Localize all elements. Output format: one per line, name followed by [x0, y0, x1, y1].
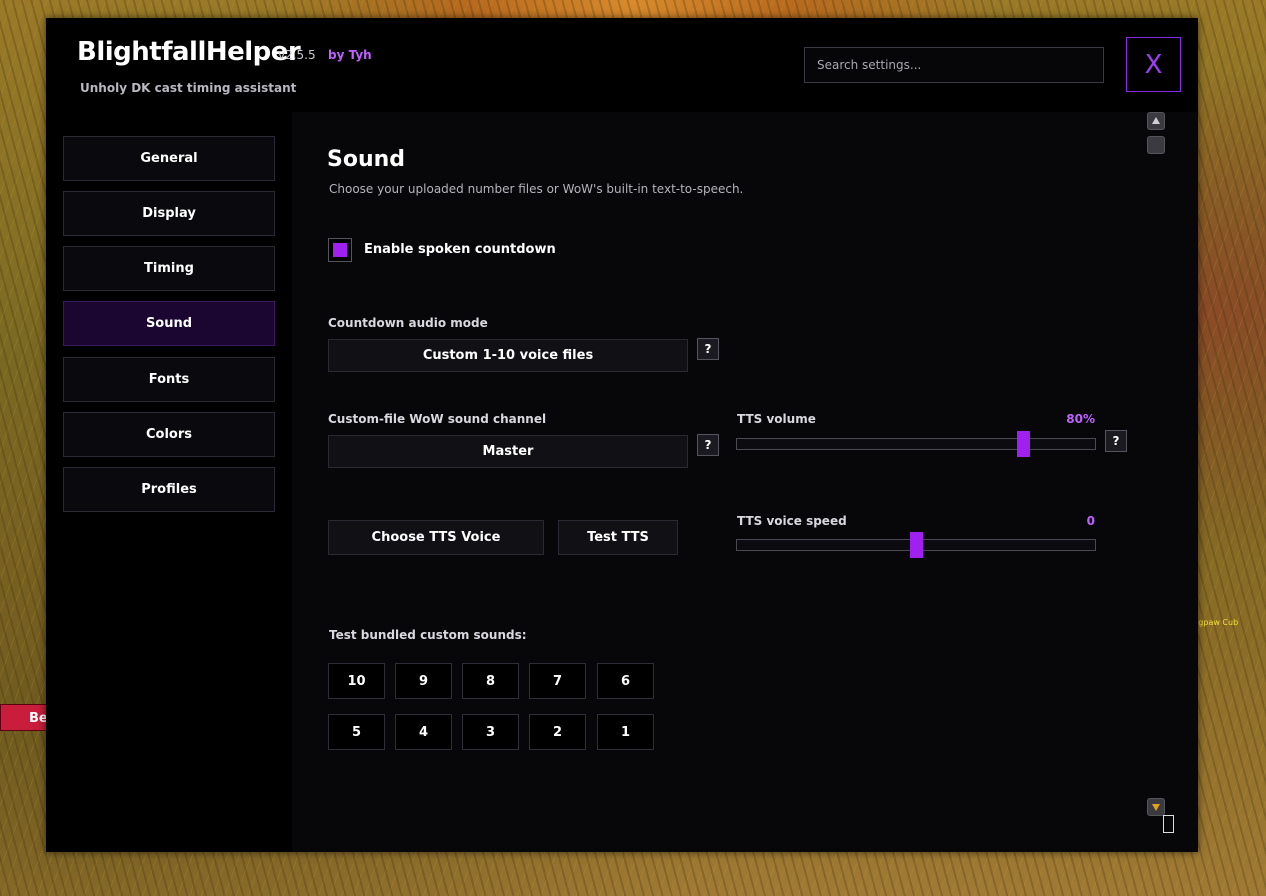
audio-mode-label: Countdown audio mode [328, 316, 488, 330]
section-description: Choose your uploaded number files or WoW… [329, 182, 744, 196]
sound-channel-dropdown[interactable]: Master [328, 435, 688, 468]
sidebar-item-sound[interactable]: Sound [63, 301, 275, 346]
sidebar-item-timing[interactable]: Timing [63, 246, 275, 291]
test-sounds-label: Test bundled custom sounds: [329, 628, 527, 642]
audio-mode-dropdown[interactable]: Custom 1-10 voice files [328, 339, 688, 372]
choose-tts-voice-button[interactable]: Choose TTS Voice [328, 520, 544, 555]
tts-volume-slider[interactable] [736, 431, 1096, 457]
sidebar: General Display Timing Sound Fonts Color… [46, 112, 292, 852]
scroll-thumb[interactable] [1147, 136, 1165, 154]
test-tts-button[interactable]: Test TTS [558, 520, 678, 555]
tts-speed-slider-thumb[interactable] [910, 532, 923, 558]
tts-speed-slider[interactable] [736, 532, 1096, 558]
test-sound-button[interactable]: 7 [529, 663, 586, 699]
test-sound-button[interactable]: 6 [597, 663, 654, 699]
panel-header: BlightfallHelper v2.5.5 by Tyh Unholy DK… [46, 18, 1198, 112]
test-sound-button[interactable]: 3 [462, 714, 519, 750]
scroll-down-icon[interactable] [1147, 798, 1165, 816]
sidebar-item-fonts[interactable]: Fonts [63, 357, 275, 402]
tts-speed-label: TTS voice speed [737, 514, 847, 528]
test-sound-button[interactable]: 1 [597, 714, 654, 750]
resize-handle-icon[interactable] [1163, 815, 1174, 833]
tts-volume-help-button[interactable]: ? [1105, 430, 1127, 452]
version-label: v2.5.5 [278, 48, 316, 62]
sidebar-item-general[interactable]: General [63, 136, 275, 181]
test-sound-button[interactable]: 5 [328, 714, 385, 750]
sound-channel-help-button[interactable]: ? [697, 434, 719, 456]
enable-countdown-label: Enable spoken countdown [364, 242, 556, 257]
tts-volume-value: 80% [1066, 412, 1095, 426]
audio-mode-help-button[interactable]: ? [697, 338, 719, 360]
settings-panel: BlightfallHelper v2.5.5 by Tyh Unholy DK… [46, 18, 1198, 852]
sidebar-item-colors[interactable]: Colors [63, 412, 275, 457]
tts-volume-label: TTS volume [737, 412, 816, 426]
app-title: BlightfallHelper [77, 37, 301, 67]
test-sound-button[interactable]: 2 [529, 714, 586, 750]
test-sound-button[interactable]: 8 [462, 663, 519, 699]
section-title: Sound [327, 147, 406, 172]
scroll-up-icon[interactable] [1147, 112, 1165, 130]
checkbox-check-mark [333, 243, 347, 257]
close-button[interactable]: X [1126, 37, 1181, 92]
tts-speed-value: 0 [1086, 514, 1095, 528]
author-label: by Tyh [328, 48, 372, 62]
sound-channel-label: Custom-file WoW sound channel [328, 412, 547, 426]
test-sound-button[interactable]: 9 [395, 663, 452, 699]
tts-volume-slider-thumb[interactable] [1017, 431, 1031, 457]
test-sound-button[interactable]: 4 [395, 714, 452, 750]
sidebar-item-display[interactable]: Display [63, 191, 275, 236]
content-area: Sound Choose your uploaded number files … [292, 112, 1198, 852]
test-sound-button[interactable]: 10 [328, 663, 385, 699]
search-input[interactable] [804, 47, 1104, 83]
enable-countdown-checkbox[interactable] [328, 238, 352, 262]
sidebar-item-profiles[interactable]: Profiles [63, 467, 275, 512]
app-subtitle: Unholy DK cast timing assistant [80, 81, 297, 95]
